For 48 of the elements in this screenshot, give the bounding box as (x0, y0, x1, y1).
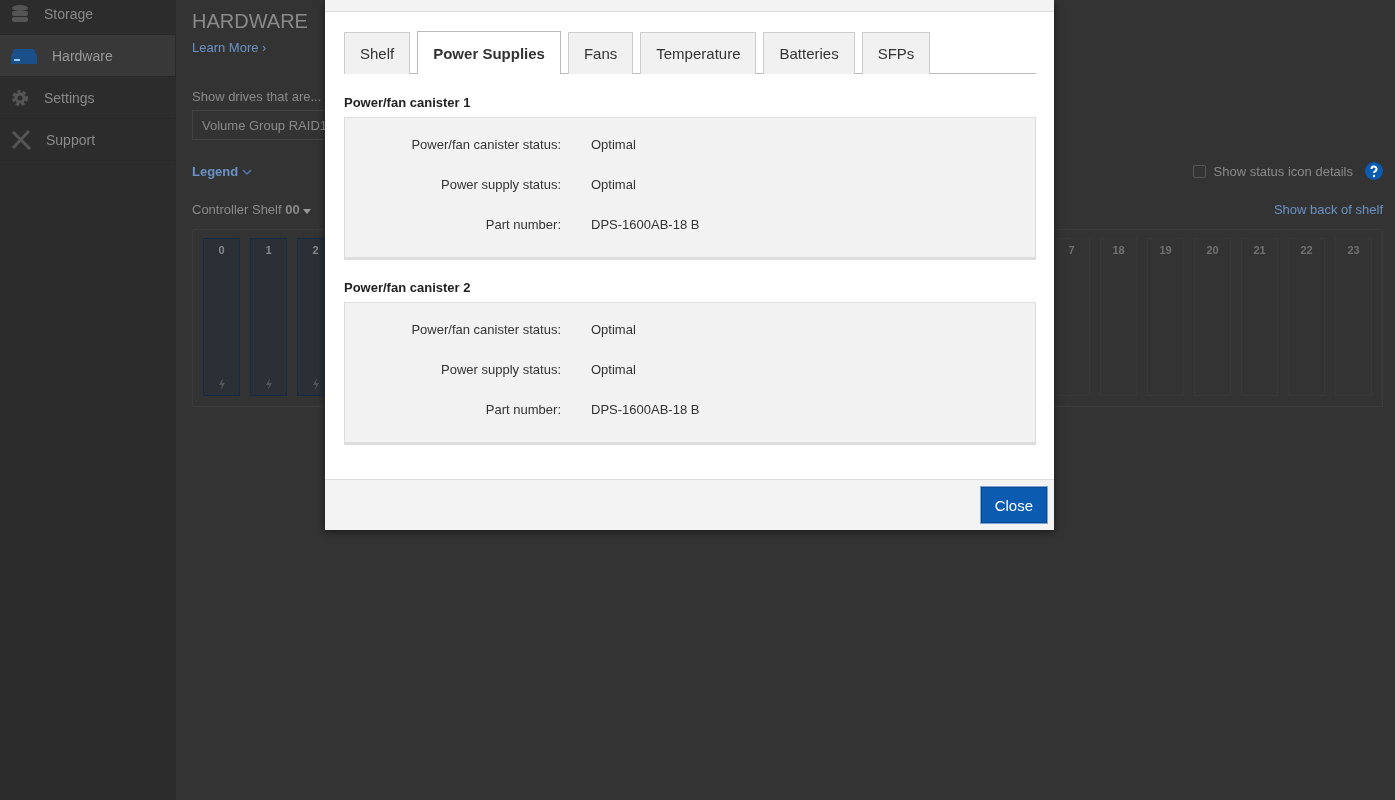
tab[interactable]: Power Supplies (417, 31, 561, 74)
sidebar-item[interactable]: Support (0, 119, 175, 161)
drive-slot[interactable]: 0 (203, 238, 240, 396)
field-value: DPS-1600AB-18 B (591, 217, 700, 234)
legend-toggle[interactable]: Legend (192, 163, 252, 179)
database-icon (10, 3, 30, 24)
drive-slot[interactable]: 21 (1241, 238, 1278, 396)
field-label: Power/fan canister status: (410, 137, 561, 154)
caret-icon (303, 209, 312, 214)
drive-slot[interactable]: 1 (250, 238, 287, 396)
page-title: HARDWARE (192, 9, 309, 34)
field-label: Part number: (484, 217, 561, 234)
section-title: Power/fan canister 1 (344, 95, 472, 110)
tab[interactable]: Batteries (763, 32, 855, 74)
checkbox-label: Show status icon details (1213, 163, 1353, 179)
drive-slot[interactable]: 22 (1288, 238, 1325, 396)
tab[interactable]: Temperature (640, 32, 757, 74)
field-label: Power supply status: (440, 177, 561, 194)
close-button[interactable]: Close (980, 487, 1047, 523)
field-label: Power supply status: (440, 362, 561, 379)
field-label: Power/fan canister status: (410, 322, 561, 339)
field-value: Optimal (591, 137, 636, 154)
field-value: Optimal (591, 177, 636, 194)
field-value: DPS-1600AB-18 B (591, 402, 700, 419)
shelf-selector[interactable]: Controller Shelf 00 (192, 202, 312, 217)
sidebar-item[interactable]: Hardware (0, 35, 175, 77)
field-label: Part number: (484, 402, 561, 419)
section-title: Power/fan canister 2 (344, 280, 472, 295)
drive-slot[interactable]: 19 (1147, 238, 1184, 396)
learn-more-link[interactable]: Learn More › (192, 40, 267, 55)
drive-slot[interactable]: 18 (1100, 238, 1137, 396)
bolt-icon (217, 378, 226, 390)
sidebar-item[interactable]: Settings (0, 77, 175, 119)
tab[interactable]: SFPs (861, 32, 931, 74)
drive-slot[interactable]: 23 (1335, 238, 1372, 396)
tab[interactable]: Fans (567, 32, 634, 74)
bolt-icon (311, 378, 320, 390)
field-value: Optimal (591, 322, 636, 339)
drive-slot[interactable]: 20 (1194, 238, 1231, 396)
field-value: Optimal (591, 362, 636, 379)
filter-label: Show drives that are... (192, 89, 322, 104)
bolt-icon (264, 378, 273, 390)
gear-icon (10, 87, 30, 108)
help-icon[interactable] (1365, 162, 1383, 180)
checkbox[interactable] (1192, 164, 1206, 178)
chevron-down-icon (241, 168, 252, 176)
tab[interactable]: Shelf (344, 32, 411, 74)
show-back-link[interactable]: Show back of shelf (1273, 202, 1383, 217)
